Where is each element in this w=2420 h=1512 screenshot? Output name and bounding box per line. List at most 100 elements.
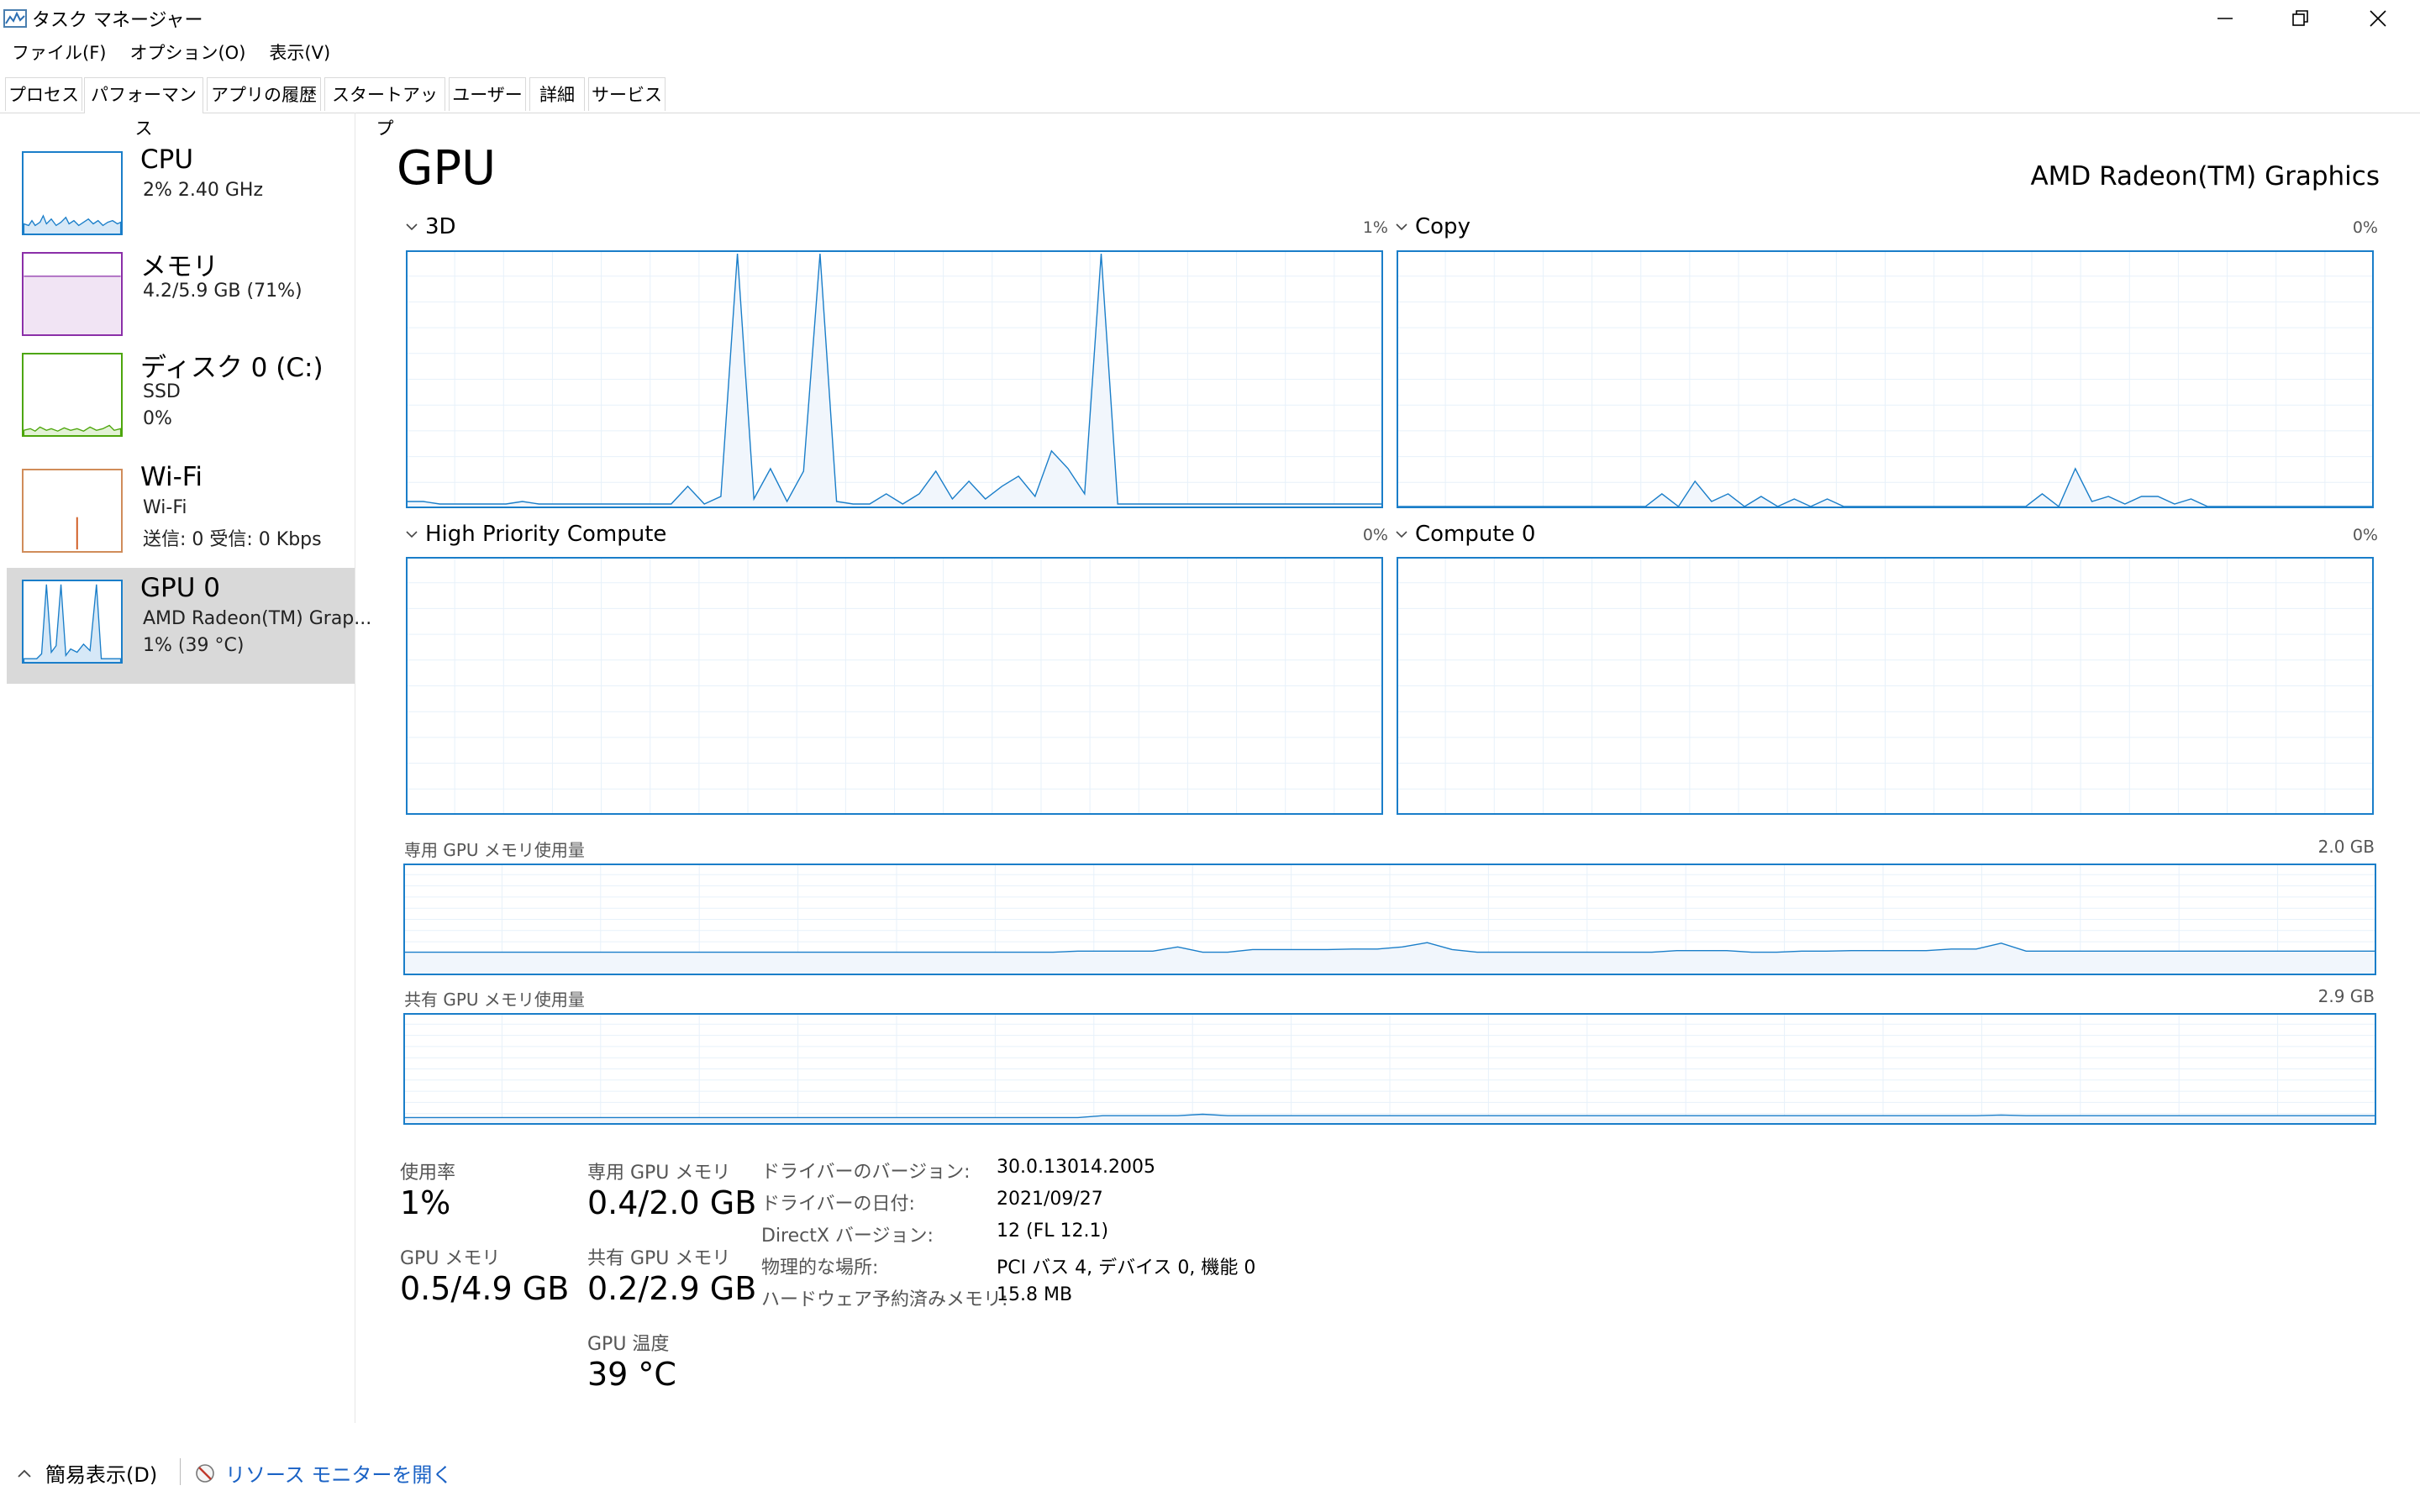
hardware-reserved-memory-value: 15.8 MB (997, 1284, 1073, 1305)
tab-app-history[interactable]: アプリの履歴 (207, 77, 321, 111)
directx-version-value: 12 (FL 12.1) (997, 1221, 1109, 1242)
dedicated-memory-value: 0.4/2.0 GB (587, 1184, 757, 1221)
chevron-down-icon (1396, 223, 1407, 231)
fewer-details-button[interactable]: 簡易表示(D) (17, 1458, 157, 1488)
shared-memory-graph (403, 1013, 2376, 1125)
gpu-memory-label: GPU メモリ (400, 1248, 501, 1269)
engine-copy-selector[interactable]: Copy (1395, 214, 1470, 239)
sidebar-disk-usage: 0% (143, 408, 172, 429)
window-title: タスク マネージャー (32, 10, 203, 31)
menu-file[interactable]: ファイル(F) (0, 39, 118, 67)
menu-view[interactable]: 表示(V) (257, 39, 342, 67)
engine-3d-selector[interactable]: 3D (405, 214, 456, 239)
restore-button[interactable] (2262, 0, 2339, 37)
close-button[interactable] (2339, 0, 2417, 37)
tab-users[interactable]: ユーザー (449, 77, 526, 111)
open-resource-monitor-label: リソース モニターを開く (225, 1463, 453, 1487)
gpu-temperature-label: GPU 温度 (587, 1334, 670, 1355)
chevron-up-icon (18, 1469, 31, 1478)
sidebar: CPU 2% 2.40 GHz メモリ 4.2/5.9 GB (71%) ディス… (0, 113, 371, 1423)
driver-date-label: ドライバーの日付: (761, 1194, 915, 1215)
engine-compute0-graph (1397, 557, 2374, 815)
restore-icon (2292, 10, 2308, 26)
shared-memory-value: 0.2/2.9 GB (587, 1270, 757, 1307)
footer-divider (180, 1458, 181, 1485)
sidebar-gpu-device: AMD Radeon(TM) Grap... (143, 608, 372, 629)
driver-version-label: ドライバーのバージョン: (761, 1162, 971, 1183)
usage-label: 使用率 (400, 1163, 456, 1184)
dedicated-memory-graph (403, 864, 2376, 975)
sidebar-gpu-usage: 1% (39 °C) (143, 635, 245, 656)
gpu-memory-value: 0.5/4.9 GB (400, 1270, 570, 1307)
minimize-icon (2217, 18, 2233, 19)
dedicated-memory-label: 専用 GPU メモリ (587, 1163, 731, 1184)
engine-3d-percent: 1% (1362, 218, 1388, 237)
engine-3d-label: 3D (425, 214, 456, 239)
sidebar-wifi-throughput: 送信: 0 受信: 0 Kbps (143, 529, 322, 550)
chevron-down-icon (406, 223, 418, 231)
open-resource-monitor-link[interactable]: リソース モニターを開く (195, 1458, 452, 1488)
sidebar-item-cpu[interactable]: CPU 2% 2.40 GHz (7, 139, 355, 255)
shared-memory-graph-max: 2.9 GB (2317, 986, 2375, 1006)
engine-hpc-percent: 0% (1362, 526, 1388, 544)
usage-value: 1% (400, 1184, 451, 1221)
physical-location-label: 物理的な場所: (761, 1257, 879, 1278)
wifi-thumbnail-graph (22, 469, 123, 553)
engine-copy-graph (1397, 250, 2374, 508)
footer-bar: 簡易表示(D) リソース モニターを開く (0, 1428, 2420, 1512)
sidebar-disk-name: ディスク 0 (C:) (140, 353, 324, 383)
task-manager-icon (3, 9, 27, 28)
physical-location-value: PCI バス 4, デバイス 0, 機能 0 (997, 1257, 1256, 1278)
gpu-temperature-value: 39 °C (587, 1356, 676, 1393)
page-title: GPU (397, 141, 497, 196)
sidebar-item-memory[interactable]: メモリ 4.2/5.9 GB (71%) (7, 240, 355, 356)
shared-memory-graph-label: 共有 GPU メモリ使用量 (404, 990, 585, 1010)
cpu-thumbnail-graph (22, 151, 123, 235)
sidebar-memory-name: メモリ (140, 252, 218, 282)
hardware-reserved-memory-label: ハードウェア予約済みメモリ: (761, 1289, 1008, 1310)
tab-processes[interactable]: プロセス (5, 77, 82, 111)
sidebar-wifi-name: Wi-Fi (140, 462, 203, 492)
dedicated-memory-graph-max: 2.0 GB (2317, 837, 2375, 857)
sidebar-gpu-name: GPU 0 (140, 573, 220, 603)
chevron-down-icon (1396, 531, 1407, 538)
engine-hpc-selector[interactable]: High Priority Compute (405, 522, 666, 547)
fewer-details-label: 簡易表示(D) (45, 1463, 158, 1487)
resource-monitor-icon (196, 1463, 214, 1483)
engine-compute0-selector[interactable]: Compute 0 (1395, 522, 1535, 547)
engine-compute0-percent: 0% (2352, 526, 2378, 544)
sidebar-disk-type: SSD (143, 381, 181, 402)
sidebar-cpu-name: CPU (140, 144, 194, 175)
menu-bar: ファイル(F) オプション(O) 表示(V) (0, 39, 342, 67)
memory-thumbnail-graph (22, 252, 123, 336)
engine-copy-percent: 0% (2352, 218, 2378, 237)
sidebar-item-gpu[interactable]: GPU 0 AMD Radeon(TM) Grap... 1% (39 °C) (7, 568, 371, 684)
sidebar-cpu-detail: 2% 2.40 GHz (143, 180, 264, 201)
menu-options[interactable]: オプション(O) (118, 39, 257, 67)
tab-services[interactable]: サービス (588, 77, 666, 111)
close-icon (2370, 10, 2386, 27)
tab-startup[interactable]: スタートアップ (324, 77, 445, 139)
sidebar-item-wifi[interactable]: Wi-Fi Wi-Fi 送信: 0 受信: 0 Kbps (7, 457, 355, 573)
engine-hpc-label: High Priority Compute (425, 522, 667, 547)
chevron-down-icon (406, 531, 418, 538)
driver-date-value: 2021/09/27 (997, 1189, 1103, 1210)
engine-copy-label: Copy (1415, 214, 1470, 239)
tab-bar: プロセス パフォーマンス アプリの履歴 スタートアップ ユーザー 詳細 サービス (0, 77, 2420, 139)
sidebar-memory-detail: 4.2/5.9 GB (71%) (143, 281, 302, 302)
engine-3d-graph (406, 250, 1383, 508)
engine-hpc-graph (406, 557, 1383, 815)
tab-details[interactable]: 詳細 (529, 77, 585, 111)
sidebar-item-disk[interactable]: ディスク 0 (C:) SSD 0% (7, 341, 355, 457)
shared-memory-label: 共有 GPU メモリ (587, 1248, 731, 1269)
title-bar: タスク マネージャー (0, 0, 2420, 37)
driver-version-value: 30.0.13014.2005 (997, 1157, 1155, 1178)
disk-thumbnail-graph (22, 353, 123, 437)
engine-compute0-label: Compute 0 (1415, 522, 1536, 547)
gpu-thumbnail-graph (22, 580, 123, 664)
tab-performance[interactable]: パフォーマンス (84, 77, 203, 139)
sidebar-wifi-adapter: Wi-Fi (143, 497, 187, 518)
minimize-button[interactable] (2186, 0, 2264, 37)
dedicated-memory-graph-label: 専用 GPU メモリ使用量 (404, 840, 585, 860)
gpu-device-name: AMD Radeon(TM) Graphics (2030, 161, 2380, 192)
